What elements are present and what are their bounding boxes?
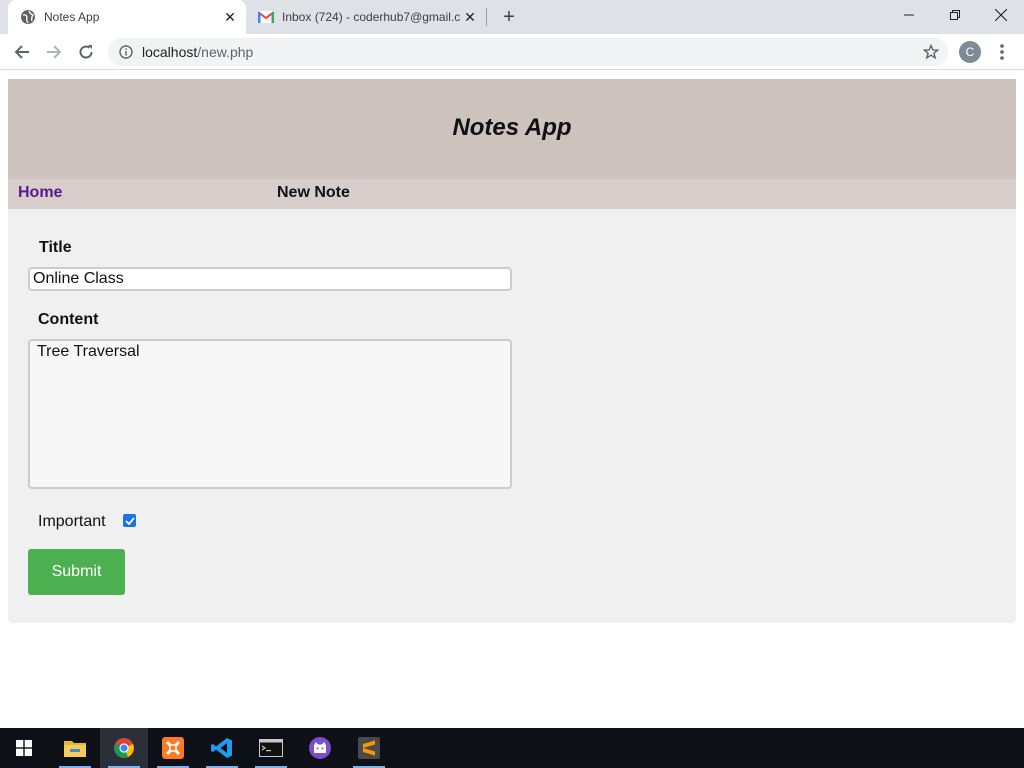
globe-icon xyxy=(20,9,36,25)
nav-current-page: New Note xyxy=(277,184,350,201)
reload-button[interactable] xyxy=(72,38,100,66)
app-nav: Home New Note xyxy=(8,179,1016,209)
reload-icon xyxy=(79,45,93,59)
forward-button[interactable] xyxy=(40,38,68,66)
arrow-left-icon xyxy=(14,45,29,59)
new-note-form: Title Content Tree Traversal Important S… xyxy=(8,209,1016,623)
tab-title: Notes App xyxy=(44,10,100,24)
important-label: Important xyxy=(38,513,106,530)
close-window-button[interactable] xyxy=(978,0,1024,30)
windows-start-icon[interactable] xyxy=(0,728,48,768)
restore-button[interactable] xyxy=(932,0,978,30)
minimize-button[interactable] xyxy=(886,0,932,30)
vscode-icon[interactable] xyxy=(198,728,246,768)
tab-notes-app[interactable]: Notes App ✕ xyxy=(8,0,246,34)
close-tab-icon[interactable]: ✕ xyxy=(220,7,240,27)
important-checkbox[interactable] xyxy=(123,514,136,527)
content-label: Content xyxy=(38,311,99,328)
chrome-icon[interactable] xyxy=(100,728,148,768)
close-icon xyxy=(995,9,1007,21)
url-text: localhost/new.php xyxy=(142,44,253,60)
url-host: localhost xyxy=(142,44,198,60)
title-label: Title xyxy=(39,239,72,256)
checkmark-icon xyxy=(124,516,135,525)
browser-toolbar: localhost/new.php xyxy=(0,34,1024,70)
submit-button[interactable]: Submit xyxy=(28,549,125,595)
address-bar[interactable]: localhost/new.php xyxy=(108,38,948,66)
close-tab-icon[interactable]: ✕ xyxy=(460,7,480,27)
windows-taskbar xyxy=(0,728,1024,768)
tab-title: Inbox (724) - coderhub7@gmail.c xyxy=(282,10,460,24)
notes-app: Notes App Home New Note Title Content Tr… xyxy=(8,79,1016,623)
terminal-icon[interactable] xyxy=(247,728,295,768)
sublime-text-icon[interactable] xyxy=(345,728,393,768)
app-header: Notes App xyxy=(8,79,1016,179)
info-icon[interactable] xyxy=(118,44,134,60)
browser-menu-icon[interactable] xyxy=(994,42,1010,62)
minimize-icon xyxy=(904,14,914,16)
tab-separator xyxy=(486,8,487,26)
gmail-icon xyxy=(258,9,274,25)
xampp-icon[interactable] xyxy=(149,728,197,768)
file-explorer-icon[interactable] xyxy=(51,728,99,768)
nav-home-link[interactable]: Home xyxy=(18,184,62,202)
restore-icon xyxy=(950,10,960,20)
content-textarea[interactable]: Tree Traversal xyxy=(28,339,512,489)
title-input[interactable] xyxy=(28,267,512,291)
new-tab-button[interactable]: + xyxy=(498,6,520,28)
arrow-right-icon xyxy=(47,45,62,59)
profile-avatar[interactable]: C xyxy=(959,41,981,63)
url-path: /new.php xyxy=(197,44,254,60)
browser-tab-bar: Notes App ✕ Inbox (724) - coderhub7@gmai… xyxy=(0,0,1024,34)
tab-gmail-inbox[interactable]: Inbox (724) - coderhub7@gmail.c ✕ xyxy=(250,0,486,34)
github-desktop-icon[interactable] xyxy=(296,728,344,768)
back-button[interactable] xyxy=(8,38,36,66)
app-title: Notes App xyxy=(452,114,572,141)
bookmark-star-icon[interactable] xyxy=(922,43,940,61)
